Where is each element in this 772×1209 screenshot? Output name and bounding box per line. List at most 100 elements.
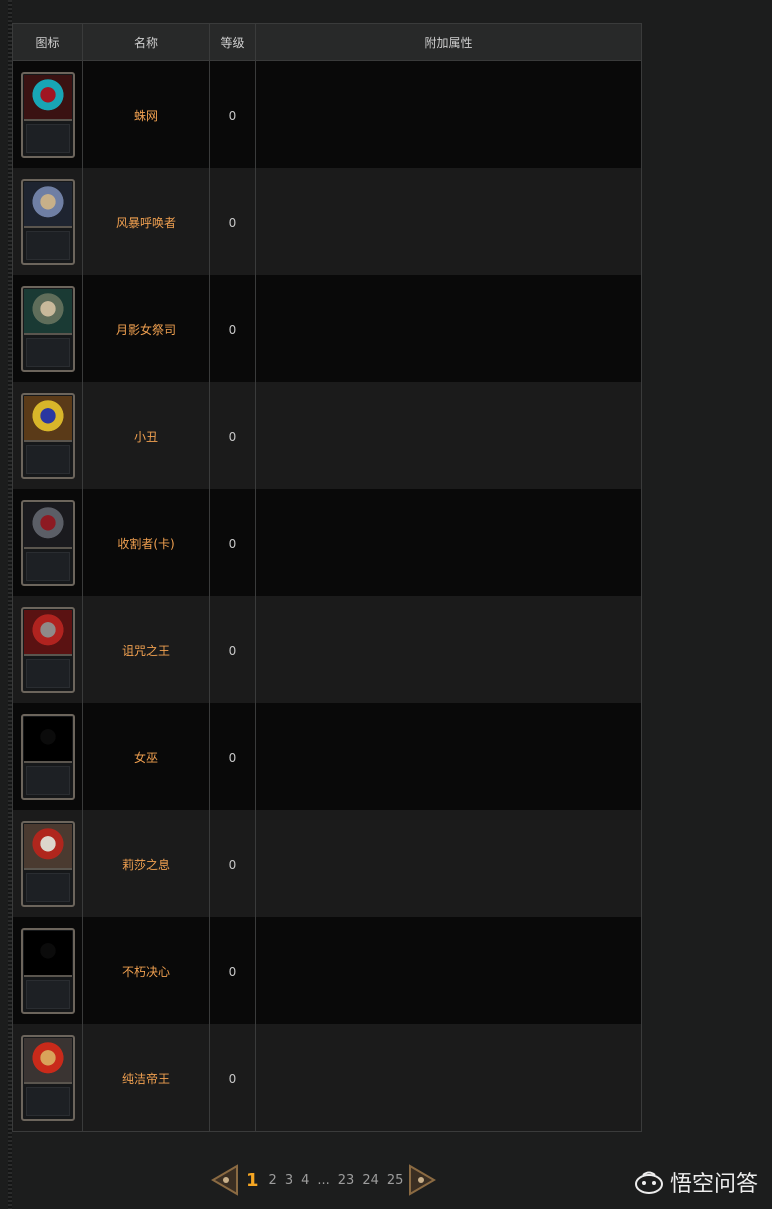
card-text-area [25, 444, 70, 474]
page-link[interactable]: 24 [358, 1173, 383, 1188]
card-art [23, 716, 72, 761]
card-level: 0 [228, 1072, 237, 1086]
cell-level: 0 [209, 596, 256, 703]
card-divider [23, 546, 72, 549]
card-divider [23, 867, 72, 870]
cell-icon [12, 168, 83, 275]
card-name-link[interactable]: 蛛网 [134, 109, 158, 123]
card-icon[interactable] [20, 392, 75, 479]
card-name-link[interactable]: 诅咒之王 [122, 644, 170, 658]
watermark-text: 悟空问答 [669, 1172, 758, 1197]
cell-name: 女巫 [82, 703, 210, 810]
card-text-area [25, 230, 70, 260]
card-icon[interactable] [20, 71, 75, 158]
cell-attr [255, 810, 642, 917]
cell-attr [255, 382, 642, 489]
card-level: 0 [228, 751, 237, 765]
table-row: 小丑 0 [12, 382, 642, 489]
cell-level: 0 [209, 1024, 256, 1132]
cell-attr [255, 275, 642, 382]
header-level[interactable]: 等级 [209, 23, 256, 61]
card-divider [23, 225, 72, 228]
card-divider [23, 332, 72, 335]
cell-level: 0 [209, 810, 256, 917]
card-icon[interactable] [20, 1034, 75, 1121]
card-art [23, 609, 72, 654]
cell-name: 诅咒之王 [82, 596, 210, 703]
card-name-link[interactable]: 收割者(卡) [117, 537, 174, 551]
page-link[interactable]: 23 [334, 1173, 359, 1188]
cell-icon [12, 596, 83, 703]
card-icon[interactable] [20, 606, 75, 693]
card-text-area [25, 979, 70, 1009]
card-text-area [25, 765, 70, 795]
header-name[interactable]: 名称 [82, 23, 210, 61]
card-name-link[interactable]: 纯洁帝王 [122, 1072, 170, 1086]
cell-level: 0 [209, 168, 256, 275]
page-link[interactable]: 2 [265, 1173, 281, 1188]
card-icon[interactable] [20, 178, 75, 265]
table-row: 收割者(卡) 0 [12, 489, 642, 596]
card-art [23, 395, 72, 440]
cell-icon [12, 275, 83, 382]
next-page-button[interactable] [407, 1164, 437, 1196]
table-row: 女巫 0 [12, 703, 642, 810]
card-text-area [25, 123, 70, 153]
watermark-logo-icon [634, 1171, 663, 1194]
cell-attr [255, 489, 642, 596]
card-icon[interactable] [20, 820, 75, 907]
card-name-link[interactable]: 女巫 [134, 751, 158, 765]
page-link[interactable]: 25 [383, 1173, 408, 1188]
table-header-row: 图标 名称 等级 附加属性 [12, 23, 642, 61]
card-icon[interactable] [20, 927, 75, 1014]
card-divider [23, 439, 72, 442]
card-table: 图标 名称 等级 附加属性 蛛网 0 风暴呼唤者 0 月影女祭司 0 小丑 0 收割者(卡) 0 诅… [12, 23, 642, 1132]
table-row: 月影女祭司 0 [12, 275, 642, 382]
card-name-link[interactable]: 莉莎之息 [122, 858, 170, 872]
card-art [23, 502, 72, 547]
cell-name: 风暴呼唤者 [82, 168, 210, 275]
card-level: 0 [228, 430, 237, 444]
cell-name: 蛛网 [82, 60, 210, 168]
card-icon[interactable] [20, 713, 75, 800]
card-text-area [25, 658, 70, 688]
card-icon[interactable] [20, 285, 75, 372]
card-divider [23, 1081, 72, 1084]
card-level: 0 [228, 216, 237, 230]
card-divider [23, 118, 72, 121]
cell-level: 0 [209, 703, 256, 810]
cell-attr [255, 1024, 642, 1132]
card-level: 0 [228, 858, 237, 872]
page-ellipsis: ... [317, 1172, 330, 1188]
table-row: 蛛网 0 [12, 60, 642, 168]
card-art [23, 1037, 72, 1082]
cell-name: 纯洁帝王 [82, 1024, 210, 1132]
table-row: 风暴呼唤者 0 [12, 168, 642, 275]
cell-attr [255, 168, 642, 275]
card-art [23, 823, 72, 868]
card-name-link[interactable]: 小丑 [134, 430, 158, 444]
cell-level: 0 [209, 489, 256, 596]
card-level: 0 [228, 644, 237, 658]
table-row: 不朽决心 0 [12, 917, 642, 1024]
prev-page-button[interactable] [210, 1164, 240, 1196]
card-name-link[interactable]: 月影女祭司 [116, 323, 176, 337]
cell-name: 收割者(卡) [82, 489, 210, 596]
card-icon[interactable] [20, 499, 75, 586]
header-icon[interactable]: 图标 [12, 23, 83, 61]
cell-name: 月影女祭司 [82, 275, 210, 382]
card-art [23, 74, 72, 119]
page-current[interactable]: 1 [240, 1170, 265, 1191]
card-text-area [25, 1086, 70, 1116]
cell-icon [12, 810, 83, 917]
card-text-area [25, 337, 70, 367]
cell-level: 0 [209, 60, 256, 168]
page-link[interactable]: 3 [281, 1173, 297, 1188]
cell-icon [12, 1024, 83, 1132]
card-name-link[interactable]: 不朽决心 [122, 965, 170, 979]
card-name-link[interactable]: 风暴呼唤者 [116, 216, 176, 230]
page-link[interactable]: 4 [297, 1173, 313, 1188]
header-attr[interactable]: 附加属性 [255, 23, 642, 61]
arrow-right-icon [409, 1164, 437, 1196]
cell-level: 0 [209, 917, 256, 1024]
